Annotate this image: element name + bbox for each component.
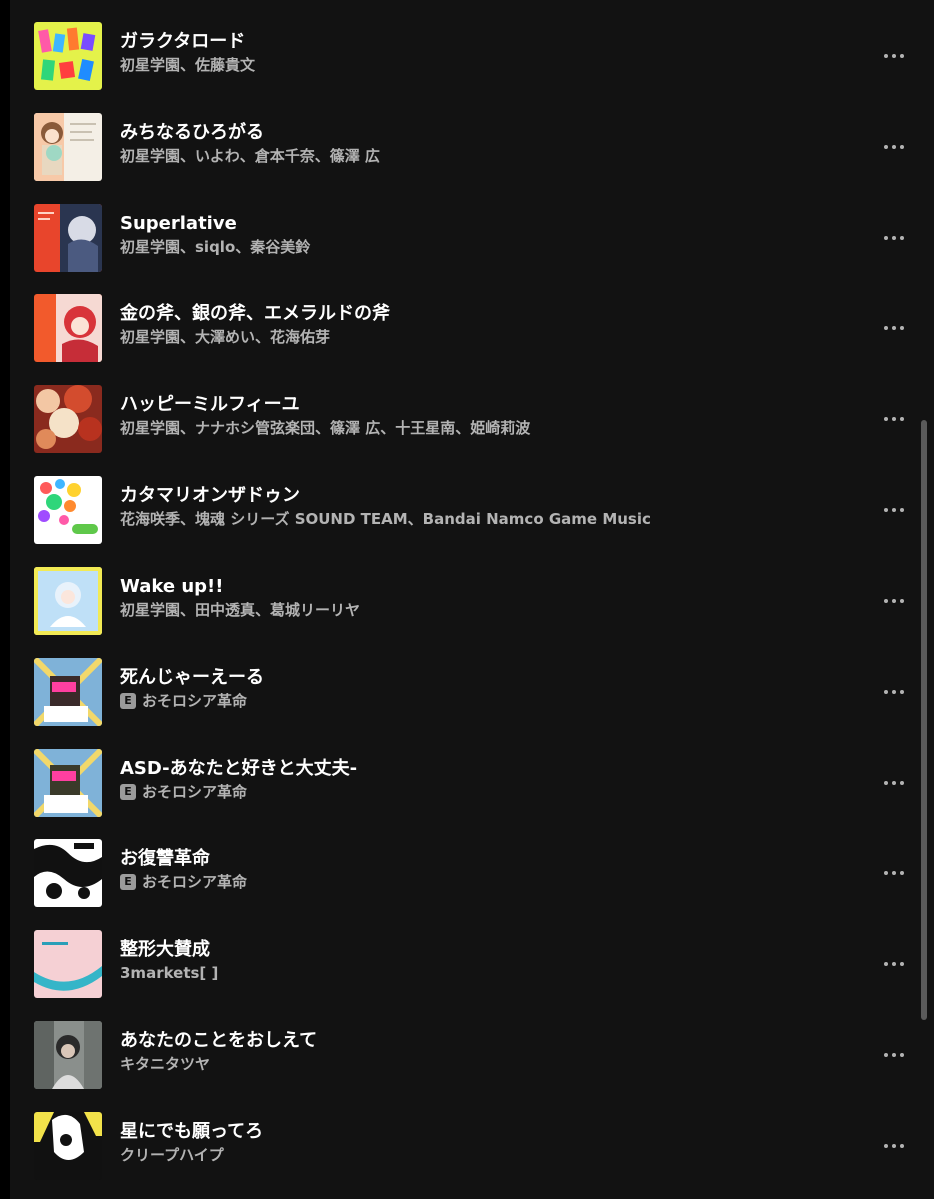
track-artists[interactable]: 初星学園、ナナホシ管弦楽団、篠澤 広、十王星南、姫崎莉波: [120, 418, 530, 438]
more-options-icon[interactable]: [876, 44, 912, 68]
album-cover: [34, 22, 102, 90]
track-row[interactable]: 整形大賛成 3markets[ ]: [10, 928, 934, 1000]
track-title[interactable]: みちなるひろがる: [120, 122, 264, 144]
track-meta: 初星学園、ナナホシ管弦楽団、篠澤 広、十王星南、姫崎莉波: [120, 418, 530, 438]
track-artists[interactable]: 花海咲季、塊魂 シリーズ SOUND TEAM、Bandai Namco Gam…: [120, 509, 651, 529]
track-artists[interactable]: 初星学園、佐藤貴文: [120, 55, 255, 75]
more-options-icon[interactable]: [876, 226, 912, 250]
album-cover: [34, 839, 102, 907]
album-cover: [34, 476, 102, 544]
track-meta: クリープハイプ: [120, 1145, 224, 1165]
more-options-icon[interactable]: [876, 316, 912, 340]
track-title[interactable]: ガラクタロード: [120, 31, 245, 53]
more-options-icon[interactable]: [876, 1134, 912, 1158]
track-artists[interactable]: 3markets[ ]: [120, 963, 218, 983]
track-title[interactable]: ASD-あなたと好きと大丈夫-: [120, 758, 357, 780]
track-title[interactable]: 金の斧、銀の斧、エメラルドの斧: [120, 303, 390, 325]
album-cover: [34, 930, 102, 998]
more-options-icon[interactable]: [876, 680, 912, 704]
track-row[interactable]: あなたのことをおしえて キタニタツヤ: [10, 1019, 934, 1091]
track-meta: E おそロシア革命: [120, 872, 247, 892]
track-title[interactable]: お復讐革命: [120, 848, 210, 870]
explicit-badge: E: [120, 784, 136, 800]
track-meta: 初星学園、大澤めい、花海佑芽: [120, 327, 330, 347]
more-options-icon[interactable]: [876, 952, 912, 976]
track-title[interactable]: Superlative: [120, 213, 237, 235]
more-options-icon[interactable]: [876, 1043, 912, 1067]
track-title[interactable]: カタマリオンザドゥン: [120, 485, 300, 507]
album-cover: [34, 1112, 102, 1180]
track-title[interactable]: 整形大賛成: [120, 939, 210, 961]
track-meta: キタニタツヤ: [120, 1054, 210, 1074]
track-title[interactable]: Wake up!!: [120, 576, 223, 598]
album-cover: [34, 567, 102, 635]
track-meta: 初星学園、田中透真、葛城リーリヤ: [120, 600, 360, 620]
album-cover: [34, 113, 102, 181]
track-title[interactable]: ハッピーミルフィーユ: [120, 394, 300, 416]
track-artists[interactable]: クリープハイプ: [120, 1145, 224, 1165]
more-options-icon[interactable]: [876, 861, 912, 885]
track-artists[interactable]: 初星学園、siqlo、秦谷美鈴: [120, 237, 310, 257]
track-row[interactable]: 星にでも願ってろ クリープハイプ: [10, 1110, 934, 1182]
track-title[interactable]: あなたのことをおしえて: [120, 1030, 317, 1052]
track-artists[interactable]: 初星学園、田中透真、葛城リーリヤ: [120, 600, 360, 620]
track-meta: 初星学園、siqlo、秦谷美鈴: [120, 237, 310, 257]
explicit-badge: E: [120, 874, 136, 890]
album-cover: [34, 204, 102, 272]
track-row[interactable]: ハッピーミルフィーユ 初星学園、ナナホシ管弦楽団、篠澤 広、十王星南、姫崎莉波: [10, 383, 934, 455]
track-row[interactable]: みちなるひろがる 初星学園、いよわ、倉本千奈、篠澤 広: [10, 111, 934, 183]
track-meta: 初星学園、いよわ、倉本千奈、篠澤 広: [120, 146, 380, 166]
album-cover: [34, 385, 102, 453]
track-meta: 3markets[ ]: [120, 963, 218, 983]
album-cover: [34, 1021, 102, 1089]
track-artists[interactable]: おそロシア革命: [142, 872, 247, 892]
album-cover: [34, 294, 102, 362]
more-options-icon[interactable]: [876, 498, 912, 522]
track-row[interactable]: Superlative 初星学園、siqlo、秦谷美鈴: [10, 202, 934, 274]
album-cover: [34, 658, 102, 726]
track-row[interactable]: ASD-あなたと好きと大丈夫- E おそロシア革命: [10, 747, 934, 819]
track-list-panel: ガラクタロード 初星学園、佐藤貴文 みちなるひろがる 初星学園、いよわ、倉本千奈…: [10, 0, 934, 1199]
track-row[interactable]: カタマリオンザドゥン 花海咲季、塊魂 シリーズ SOUND TEAM、Banda…: [10, 474, 934, 546]
track-artists[interactable]: おそロシア革命: [142, 691, 247, 711]
more-options-icon[interactable]: [876, 135, 912, 159]
track-row[interactable]: 死んじゃーえーる E おそロシア革命: [10, 656, 934, 728]
album-cover: [34, 749, 102, 817]
track-row[interactable]: ガラクタロード 初星学園、佐藤貴文: [10, 20, 934, 92]
scrollbar[interactable]: [921, 420, 927, 1020]
track-row[interactable]: お復讐革命 E おそロシア革命: [10, 837, 934, 909]
more-options-icon[interactable]: [876, 589, 912, 613]
more-options-icon[interactable]: [876, 771, 912, 795]
track-artists[interactable]: 初星学園、大澤めい、花海佑芽: [120, 327, 330, 347]
track-meta: 初星学園、佐藤貴文: [120, 55, 255, 75]
track-row[interactable]: 金の斧、銀の斧、エメラルドの斧 初星学園、大澤めい、花海佑芽: [10, 292, 934, 364]
track-title[interactable]: 星にでも願ってろ: [120, 1121, 263, 1143]
track-title[interactable]: 死んじゃーえーる: [120, 667, 264, 689]
track-artists[interactable]: キタニタツヤ: [120, 1054, 210, 1074]
track-meta: 花海咲季、塊魂 シリーズ SOUND TEAM、Bandai Namco Gam…: [120, 509, 651, 529]
track-meta: E おそロシア革命: [120, 782, 247, 802]
track-meta: E おそロシア革命: [120, 691, 247, 711]
explicit-badge: E: [120, 693, 136, 709]
track-row[interactable]: Wake up!! 初星学園、田中透真、葛城リーリヤ: [10, 565, 934, 637]
track-artists[interactable]: おそロシア革命: [142, 782, 247, 802]
track-artists[interactable]: 初星学園、いよわ、倉本千奈、篠澤 広: [120, 146, 380, 166]
more-options-icon[interactable]: [876, 407, 912, 431]
